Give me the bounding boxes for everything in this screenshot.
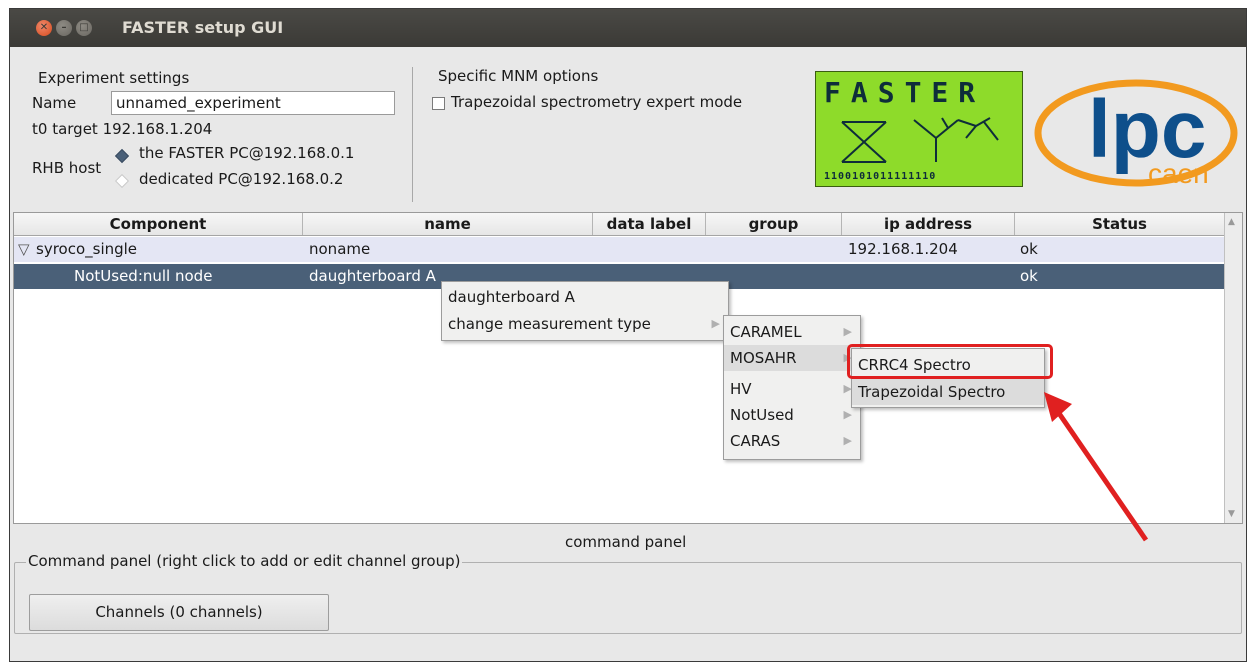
submenu-item-mosahr[interactable]: MOSAHR ▶	[724, 345, 860, 371]
experiment-name-input[interactable]: unnamed_experiment	[111, 91, 395, 115]
submenu-item-caramel[interactable]: CARAMEL ▶	[724, 319, 860, 345]
row-name: noname	[309, 240, 371, 258]
rhb-radio-faster-pc[interactable]	[114, 148, 130, 164]
submenu-arrow-icon: ▶	[711, 317, 720, 330]
t0-label-text: t0 target	[32, 120, 98, 138]
menu-item-label: change measurement type	[448, 315, 651, 333]
mnm-options-heading: Specific MNM options	[438, 67, 599, 85]
annotation-highlight-box	[847, 344, 1053, 379]
col-header-name[interactable]: name	[303, 213, 593, 235]
settings-divider	[412, 67, 413, 202]
table-scrollbar[interactable]: ▲ ▼	[1224, 213, 1242, 523]
rhb-option-faster-pc[interactable]: the FASTER PC@192.168.0.1	[139, 144, 354, 162]
rhb-option-dedicated-pc[interactable]: dedicated PC@192.168.0.2	[139, 170, 343, 188]
table-row[interactable]: ▽ syroco_single noname 192.168.1.204 ok	[14, 237, 1224, 262]
expand-toggle-icon[interactable]: ▽	[18, 237, 30, 262]
scroll-up-icon[interactable]: ▲	[1228, 217, 1235, 227]
submenu-item-caras[interactable]: CARAS ▶	[724, 428, 860, 454]
main-window: ✕ – □ FASTER setup GUI Experiment settin…	[9, 8, 1247, 662]
maximize-icon: □	[79, 22, 89, 33]
channels-button[interactable]: Channels (0 channels)	[29, 594, 329, 631]
submenu-item-hv[interactable]: HV ▶	[724, 376, 860, 402]
trapezoidal-expert-label[interactable]: Trapezoidal spectrometry expert mode	[451, 93, 742, 111]
submenu-item-label: NotUsed	[730, 406, 794, 424]
title-bar: ✕ – □ FASTER setup GUI	[10, 9, 1246, 47]
window-title: FASTER setup GUI	[122, 18, 284, 37]
caen-text: caen	[1148, 158, 1209, 189]
col-header-ip-address[interactable]: ip address	[842, 213, 1015, 235]
annotation-arrow	[1044, 392, 1149, 542]
close-icon: ✕	[39, 22, 49, 33]
maximize-button[interactable]: □	[76, 20, 92, 36]
row-status: ok	[1020, 267, 1038, 285]
submenu-item-label: Trapezoidal Spectro	[858, 383, 1006, 401]
minimize-button[interactable]: –	[56, 20, 72, 36]
submenu-item-label: HV	[730, 380, 752, 398]
faster-logo-word: FASTER	[824, 76, 986, 109]
table-header: Component name data label group ip addre…	[14, 213, 1224, 236]
scroll-down-icon[interactable]: ▼	[1228, 509, 1235, 519]
lpc-caen-logo: lpc caen	[1034, 79, 1238, 189]
measurement-type-submenu: CARAMEL ▶ MOSAHR ▶ HV ▶ NotUsed ▶ CARAS ▶	[723, 315, 861, 460]
faster-logo-bits: 1100101011111110	[824, 171, 937, 182]
faster-logo-glyphs	[841, 117, 999, 163]
submenu-item-label: CARAMEL	[730, 323, 802, 341]
name-label: Name	[32, 94, 77, 112]
faster-logo: FASTER 1100101011111110	[815, 71, 1023, 187]
col-header-data-label[interactable]: data label	[593, 213, 706, 235]
row-component: syroco_single	[36, 240, 138, 258]
row-name: daughterboard A	[309, 267, 436, 285]
command-panel-title: command panel	[565, 533, 687, 551]
row-component: NotUsed:null node	[74, 267, 213, 285]
trapezoidal-expert-checkbox[interactable]	[432, 97, 445, 110]
col-header-component[interactable]: Component	[14, 213, 303, 235]
menu-item-label: daughterboard A	[448, 288, 575, 306]
submenu-item-trapezoidal-spectro[interactable]: Trapezoidal Spectro	[852, 379, 1044, 405]
minimize-icon: –	[61, 22, 67, 33]
submenu-arrow-icon: ▶	[843, 434, 852, 447]
submenu-item-label: CARAS	[730, 432, 781, 450]
menu-item-change-measurement-type[interactable]: change measurement type ▶	[442, 311, 728, 337]
col-header-status[interactable]: Status	[1015, 213, 1224, 235]
t0-value: 192.168.1.204	[102, 120, 213, 138]
submenu-item-label: MOSAHR	[730, 349, 797, 367]
t0-label: t0 target 192.168.1.204	[32, 120, 212, 138]
submenu-item-notused[interactable]: NotUsed ▶	[724, 402, 860, 428]
rhb-radio-dedicated-pc[interactable]	[114, 173, 130, 189]
close-button[interactable]: ✕	[36, 20, 52, 36]
col-header-group[interactable]: group	[706, 213, 842, 235]
row-ip: 192.168.1.204	[848, 240, 958, 258]
experiment-settings-heading: Experiment settings	[38, 69, 190, 87]
context-menu: daughterboard A change measurement type ▶	[441, 281, 729, 341]
command-panel-group-label: Command panel (right click to add or edi…	[26, 552, 463, 570]
submenu-arrow-icon: ▶	[843, 325, 852, 338]
rhb-host-label: RHB host	[32, 159, 102, 177]
menu-item-daughterboard[interactable]: daughterboard A	[442, 284, 728, 310]
row-status: ok	[1020, 240, 1038, 258]
